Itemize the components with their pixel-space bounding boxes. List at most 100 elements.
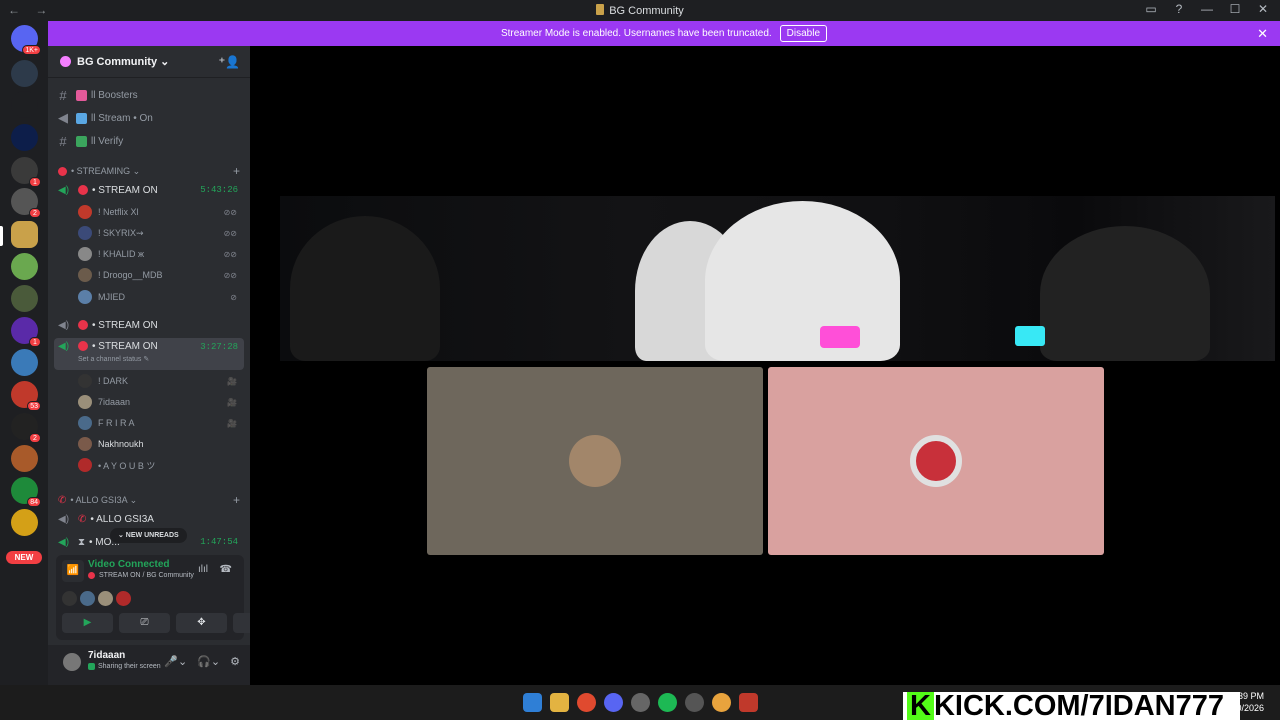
megaphone-icon: ◀ [58,110,68,125]
user-status-text: Sharing their screen [98,663,161,670]
server-icon[interactable]: 2 [11,188,41,218]
app-icon[interactable] [685,693,704,712]
voice-channel-stream-on-2[interactable]: ◀) • STREAM ON [54,316,244,334]
obs-icon[interactable] [631,693,650,712]
notification-badge: 1K+ [22,45,41,55]
channel-stream-on[interactable]: ◀ ll Stream • On [56,108,244,128]
inbox-icon[interactable]: ▭ [1144,2,1158,16]
discord-icon[interactable] [604,693,623,712]
minimize-icon[interactable]: — [1200,2,1214,16]
folder-icon[interactable] [11,91,38,118]
muted-deafened-icon: ⊘⊘ [223,207,237,217]
disable-button[interactable]: Disable [779,25,828,42]
voice-user[interactable]: ! KHALID ж ⊘⊘ [78,245,243,263]
user-name[interactable]: 7idaaan [88,650,125,661]
noise-suppression-icon[interactable]: ılıl [198,564,208,575]
server-icon[interactable]: 53 [11,381,41,411]
avatar [78,268,92,282]
screen-share-button[interactable]: ⎚ [119,613,170,633]
voice-user[interactable]: F R I R A 🎥 [78,414,243,432]
avatar[interactable] [98,591,113,606]
server-icon[interactable]: 2 [11,413,41,443]
maximize-icon[interactable]: ☐ [1228,2,1242,16]
home-server-icon[interactable]: 1K+ [11,25,41,55]
server-icon[interactable]: 84 [11,477,41,507]
banner-close-icon[interactable]: ✕ [1257,26,1268,42]
voice-channel-label: • STREAM ON [92,341,158,352]
user-name: F R I R A [98,418,135,428]
new-unreads-pill[interactable]: ⌄ NEW UNREADS [110,528,187,543]
headphones-icon[interactable]: 🎧⌄ [197,655,220,668]
add-channel-icon[interactable]: + [233,493,240,507]
red-circle-icon [88,572,95,579]
voice-channel-allo-gsi3a[interactable]: ◀) ✆ • ALLO GSI3A [54,510,244,528]
spotify-icon[interactable] [658,693,677,712]
taskbar-apps [523,693,758,712]
voice-user[interactable]: ! DARK 🎥 [78,372,243,390]
voice-user[interactable]: 7idaaan 🎥 [78,393,243,411]
voice-user[interactable]: MJIED ⊘ [78,288,243,306]
new-badge[interactable]: NEW [6,551,42,564]
voice-channel-stream-on-3[interactable]: ◀) • STREAM ON 3:27:28 Set a channel sta… [54,338,244,370]
guild-header[interactable]: BG Community ⌄ ⁺👤 [48,46,250,78]
app-icon [596,4,605,15]
help-icon[interactable]: ? [1172,2,1186,16]
voice-channel-label: • STREAM ON [92,319,158,331]
app-icon[interactable] [739,693,758,712]
file-explorer-icon[interactable] [550,693,569,712]
microphone-icon[interactable]: 🎤⌄ [164,655,187,668]
avatar[interactable] [63,653,81,671]
bg-community-server-icon[interactable] [11,221,38,248]
avatar[interactable] [116,591,131,606]
voice-participants [62,591,131,606]
server-icon[interactable]: 1 [11,317,41,347]
avatar[interactable] [62,591,77,606]
guild-name: BG Community ⌄ [77,56,170,68]
channel-boosters[interactable]: # ll Boosters [56,85,244,105]
server-icon[interactable] [11,349,38,376]
person-add-icon[interactable]: ⁺👤 [219,55,240,69]
server-icon[interactable] [11,285,38,312]
voice-user[interactable]: ! Droogo__MDB ⊘⊘ [78,266,243,284]
server-icon[interactable] [11,445,38,472]
activities-button[interactable]: ✥ [176,613,227,633]
category-streaming[interactable]: • STREAMING ⌄ + [58,164,242,178]
windows-start-icon[interactable] [523,693,542,712]
active-server-pill [0,226,3,246]
avatar[interactable] [80,591,95,606]
voice-stage [250,46,1280,685]
category-allo-gsi3a[interactable]: ✆ • ALLO GSI3A ⌄ + [58,493,242,507]
kick-url: KICK.COM/7IDAN777 [933,692,1225,720]
disconnect-icon[interactable]: ☎ [220,564,232,575]
notification-badge: 53 [27,401,41,411]
close-icon[interactable]: ✕ [1256,2,1270,16]
participant-tile[interactable] [768,367,1104,555]
kick-logo: K [907,692,934,720]
chrome-icon[interactable] [712,693,731,712]
voice-location[interactable]: STREAM ON / BG Community [88,572,194,579]
server-icon[interactable] [11,124,38,151]
voice-user[interactable]: ! SKYRIX⇝ ⊘⊘ [78,224,243,242]
voice-user[interactable]: • A Y O U B ツ [78,456,243,474]
server-icon[interactable] [11,60,38,87]
voice-status[interactable]: Video Connected [88,559,170,570]
voice-channel-stream-on-1[interactable]: ◀) • STREAM ON 5:43:26 [54,181,244,199]
add-channel-icon[interactable]: + [233,164,240,178]
participant-tile[interactable] [427,367,763,555]
voice-user[interactable]: ! Netflix Xl ⊘⊘ [78,203,243,221]
channel-verify[interactable]: # ll Verify [56,131,244,151]
chrome-icon[interactable] [577,693,596,712]
notification-badge: 1 [29,337,41,347]
server-icon[interactable]: 1 [11,157,41,187]
muted-deafened-icon: ⊘⊘ [223,249,237,259]
user-name: ! Droogo__MDB [98,270,163,280]
signal-icon[interactable]: 📶 [62,560,84,582]
server-icon[interactable] [11,509,38,536]
screen-share-stream[interactable] [280,196,1275,361]
server-icon[interactable] [11,253,38,280]
camera-button[interactable]: ▶ [62,613,113,633]
voice-user[interactable]: Nakhnoukh [78,435,243,453]
checkmark-icon [76,135,87,147]
channel-status[interactable]: Set a channel status ✎ [78,355,149,363]
settings-gear-icon[interactable]: ⚙ [230,655,240,668]
